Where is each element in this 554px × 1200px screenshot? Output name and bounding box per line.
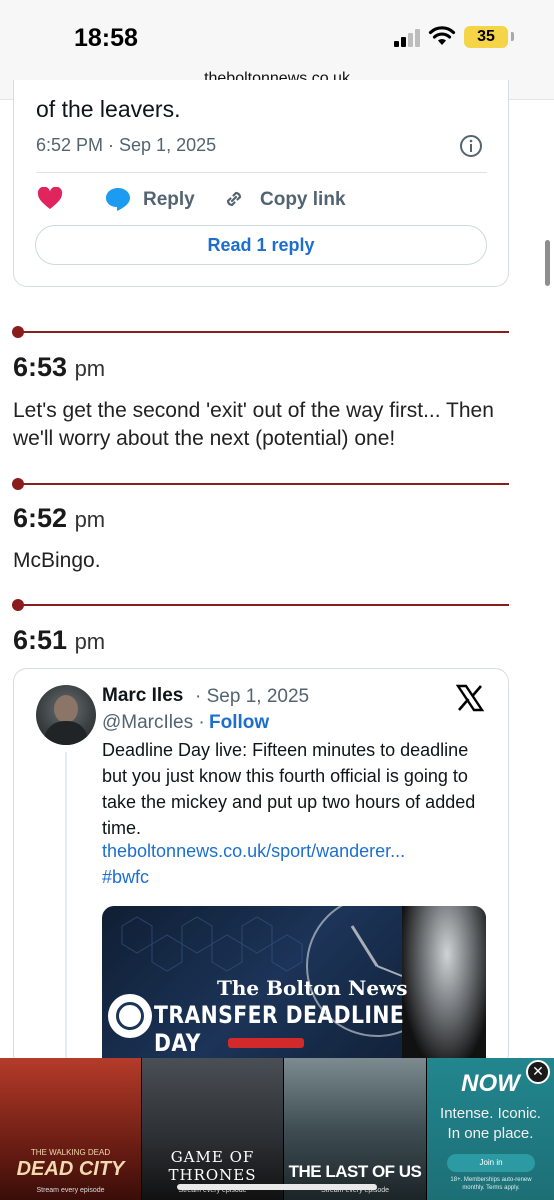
tweet-body: Deadline Day live: Fifteen minutes to de… bbox=[102, 740, 476, 838]
entry-timestamp: 6:53 pm bbox=[13, 352, 105, 383]
entry-dot bbox=[12, 478, 24, 490]
ad-tile-title: DEAD CITY bbox=[16, 1158, 125, 1180]
battery-cap bbox=[511, 32, 514, 41]
close-ad-button[interactable]: ✕ bbox=[526, 1060, 550, 1084]
entry-dot bbox=[12, 599, 24, 611]
tweet-media-image[interactable]: The Bolton News TRANSFER DEADLINE DAY bbox=[102, 906, 486, 1066]
thread-line bbox=[65, 752, 67, 1072]
entry-timestamp: 6:51 pm bbox=[13, 625, 105, 656]
entry-timestamp: 6:52 pm bbox=[13, 503, 105, 534]
ad-tile-game-of-thrones[interactable]: GAME OF THRONES Stream every episode bbox=[142, 1058, 283, 1200]
club-crest-icon bbox=[108, 994, 152, 1038]
ad-banner[interactable]: THE WALKING DEAD DEAD CITY Stream every … bbox=[0, 1058, 554, 1200]
home-indicator[interactable] bbox=[177, 1184, 377, 1190]
reply-button[interactable]: Reply bbox=[143, 189, 195, 211]
tweet-text: of the leavers. bbox=[36, 96, 181, 122]
avatar[interactable] bbox=[36, 685, 96, 745]
ad-tile-title: THE LAST OF US bbox=[288, 1162, 422, 1181]
ad-terms: 18+. Memberships auto-renew monthly. Ter… bbox=[450, 1177, 532, 1191]
ad-tile-last-of-us[interactable]: THE LAST OF US Stream every episode bbox=[284, 1058, 426, 1200]
entry-ampm: pm bbox=[74, 356, 106, 381]
promo-title: TRANSFER DEADLINE DAY bbox=[154, 1001, 405, 1057]
entry-text: McBingo. bbox=[13, 549, 101, 572]
entry-time-value: 6:53 bbox=[13, 352, 68, 382]
tweet-link[interactable]: theboltonnews.co.uk/sport/wanderer... bbox=[102, 841, 405, 862]
status-time: 18:58 bbox=[74, 24, 138, 52]
follow-link[interactable]: Follow bbox=[209, 712, 269, 734]
hashtag-link[interactable]: #bwfc bbox=[102, 867, 149, 888]
now-tagline: Intense. Iconic. In one place. bbox=[427, 1104, 554, 1144]
author-name[interactable]: Marc Iles bbox=[102, 685, 183, 707]
avatar-face bbox=[54, 695, 78, 723]
ad-tile-kicker: THE WALKING DEAD bbox=[30, 1148, 111, 1157]
x-logo-icon[interactable] bbox=[456, 684, 484, 712]
entry-dot bbox=[12, 326, 24, 338]
link-icon[interactable] bbox=[222, 187, 246, 211]
reply-bubble-icon[interactable] bbox=[104, 186, 132, 212]
ad-tile-dead-city[interactable]: THE WALKING DEAD DEAD CITY Stream every … bbox=[0, 1058, 141, 1200]
tweet-timestamp[interactable]: 6:52 PM · Sep 1, 2025 bbox=[36, 135, 216, 156]
avatar-body bbox=[44, 721, 88, 745]
wifi-icon bbox=[428, 26, 456, 45]
entry-divider bbox=[12, 326, 509, 338]
promo-red-bar bbox=[228, 1038, 304, 1048]
cellular-signal-icon bbox=[394, 29, 424, 47]
entry-text: Let's get the second 'exit' out of the w… bbox=[13, 399, 494, 450]
read-replies-button[interactable]: Read 1 reply bbox=[35, 225, 487, 265]
copy-link-button[interactable]: Copy link bbox=[260, 189, 346, 211]
ad-tile-title: GAME OF THRONES bbox=[168, 1148, 257, 1184]
page-scrollbar[interactable] bbox=[545, 240, 550, 286]
entry-divider bbox=[12, 599, 509, 611]
battery-indicator: 35 bbox=[464, 26, 508, 48]
entry-time-value: 6:51 bbox=[13, 625, 68, 655]
now-tagline-line1: Intense. Iconic. bbox=[440, 1105, 541, 1122]
heart-icon[interactable] bbox=[37, 187, 63, 211]
entry-time-value: 6:52 bbox=[13, 503, 68, 533]
ad-tile-sub: Stream every episode bbox=[36, 1187, 105, 1194]
club-crest-ring bbox=[116, 1002, 144, 1030]
now-tagline-line2: In one place. bbox=[447, 1125, 534, 1142]
info-icon[interactable] bbox=[459, 134, 483, 158]
join-in-button[interactable]: Join in bbox=[447, 1154, 535, 1172]
entry-ampm: pm bbox=[74, 629, 106, 654]
entry-ampm: pm bbox=[74, 507, 106, 532]
promo-brand: The Bolton News bbox=[217, 976, 408, 1000]
tweet-divider bbox=[36, 172, 487, 173]
entry-divider bbox=[12, 478, 509, 490]
author-handle[interactable]: @MarcIles · bbox=[102, 712, 205, 734]
tweet-date[interactable]: · Sep 1, 2025 bbox=[195, 686, 309, 708]
